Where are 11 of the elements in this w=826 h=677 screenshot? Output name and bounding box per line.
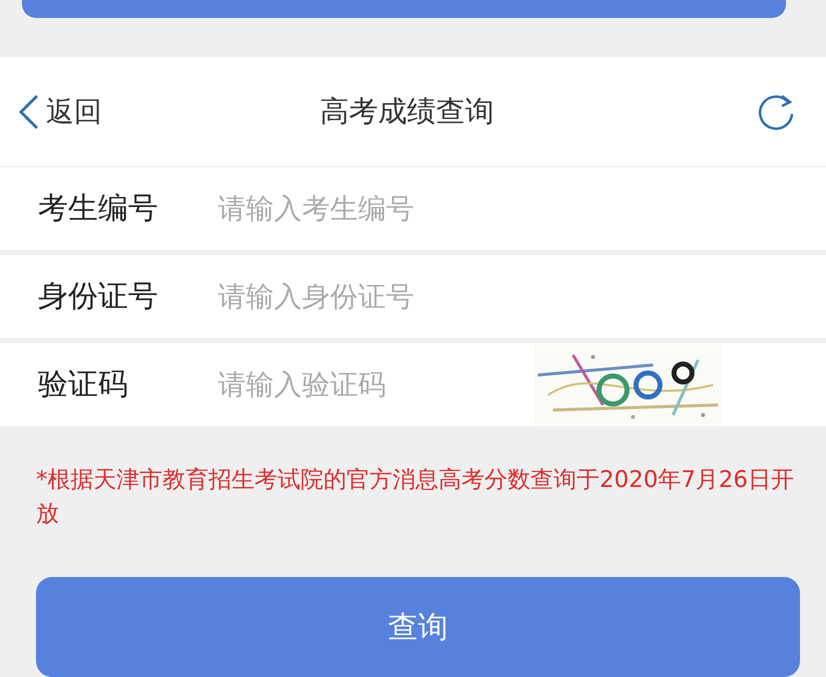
input-field[interactable]: 请输入验证码 [218, 368, 518, 401]
input-field[interactable]: 请输入考生编号 [218, 192, 518, 225]
back-button[interactable]: 返回 [18, 92, 168, 131]
input-field[interactable]: 请输入身份证号 [218, 280, 518, 313]
field-label: 考生编号 [38, 190, 159, 228]
notice-text: *根据天津市教育招生考试院的官方消息高考分数查询于2020年7月26日开放 [36, 466, 795, 529]
query-button[interactable]: 查询 [36, 577, 800, 677]
page-title: 高考成绩查询 [319, 92, 495, 130]
field-label: 身份证号 [38, 278, 159, 316]
field-label: 验证码 [38, 366, 129, 404]
back-icon [18, 94, 40, 130]
